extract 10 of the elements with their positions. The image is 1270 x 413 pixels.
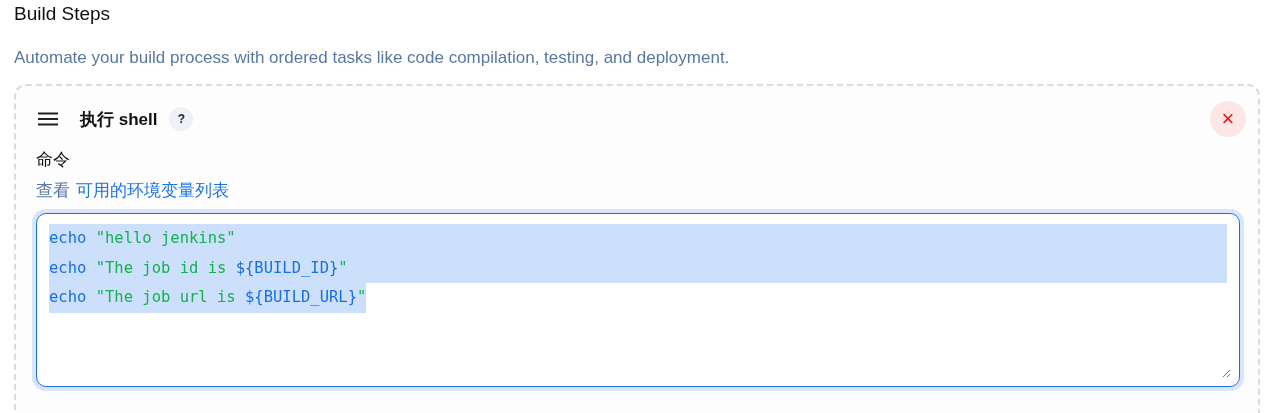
resize-handle-icon[interactable]: [1222, 369, 1231, 378]
help-button[interactable]: ?: [169, 107, 194, 131]
hint-text: 查看: [36, 180, 70, 202]
env-variables-link[interactable]: 可用的环境变量列表: [76, 179, 229, 202]
field-label: 命令: [36, 149, 71, 171]
section-description: Automate your build process with ordered tasks like code compilation, testing, and deployment.: [14, 48, 731, 68]
step-title: 执行 shell: [80, 108, 158, 131]
section-title: Build Steps: [14, 2, 112, 26]
close-button[interactable]: ×: [1210, 101, 1246, 137]
drag-handle-icon[interactable]: [38, 112, 58, 126]
